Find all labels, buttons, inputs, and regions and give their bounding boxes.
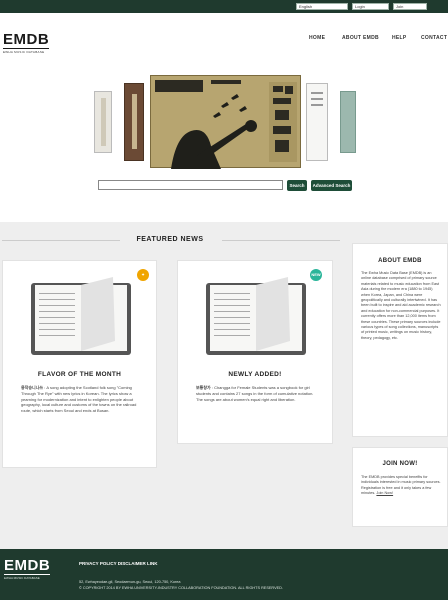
new-badge: NEW — [310, 269, 322, 281]
language-select[interactable]: English — [296, 3, 348, 10]
card-body-text: : Changga for Female Students was a song… — [196, 385, 314, 402]
logo-text: EMDB — [3, 31, 50, 48]
advanced-search-button[interactable]: Advanced Search — [311, 180, 352, 191]
nav-about[interactable]: ABOUT EMDB — [342, 35, 379, 41]
footer-links[interactable]: PRIVACY POLICY DISCLAIMER LINK — [79, 561, 158, 566]
join-body-text: The EMDB provides special benefits for i… — [361, 475, 441, 496]
about-emdb-panel: ABOUT EMDB The Ewha Music Data Base (EMD… — [352, 243, 448, 437]
site-header: EMDB EWHA MUSIC DATABASE HOME ABOUT EMDB… — [0, 13, 448, 75]
footer-copyright: © COPYRIGHT 2014 BY EWHA UNIVERSITY-INDU… — [79, 585, 283, 590]
cover-illustration — [155, 80, 297, 169]
carousel-item[interactable] — [306, 83, 328, 161]
carousel-item[interactable] — [94, 91, 112, 153]
about-title: ABOUT EMDB — [378, 258, 422, 264]
carousel-item[interactable] — [124, 83, 144, 161]
open-book-icon — [31, 277, 131, 355]
nav-home[interactable]: HOME — [309, 35, 325, 41]
login-field[interactable]: Login — [352, 3, 389, 10]
site-logo[interactable]: EMDB EWHA MUSIC DATABASE — [3, 32, 49, 54]
nav-help[interactable]: HELP — [392, 35, 407, 41]
join-field[interactable]: Join — [393, 3, 427, 10]
join-title: JOIN NOW! — [382, 461, 418, 467]
join-now-panel: JOIN NOW! The EMDB provides special bene… — [352, 447, 448, 527]
search-input[interactable] — [98, 180, 283, 190]
search-button[interactable]: Search — [287, 180, 307, 191]
card-body: 보통창가 : Changga for Female Students was a… — [196, 385, 316, 402]
site-footer: EMDB EWHA MUSIC DATABASE PRIVACY POLICY … — [0, 549, 448, 600]
footer-address-block: 52, Ewhayeodae-gil, Seodaemun-gu, Seoul,… — [79, 580, 283, 591]
card-body-lead: 용작승니나쓰 — [21, 385, 44, 390]
featured-news-title: FEATURED NEWS — [136, 236, 204, 243]
carousel-item[interactable] — [340, 91, 356, 153]
footer-logo-text: EMDB — [4, 557, 51, 574]
logo-subtitle: EWHA MUSIC DATABASE — [3, 50, 45, 54]
card-body-lead: 보통창가 — [196, 385, 211, 390]
open-book-icon — [206, 277, 306, 355]
card-body: 용작승니나쓰 : A song adopting the Scotland fo… — [21, 385, 141, 414]
about-body: The Ewha Music Data Base (EMDB) is an on… — [361, 271, 441, 340]
join-now-link[interactable]: Join Now! — [376, 491, 393, 495]
flavor-badge-icon: ✦ — [137, 269, 149, 281]
footer-logo[interactable]: EMDB EWHA MUSIC DATABASE — [4, 558, 50, 580]
carousel-main-cover[interactable] — [150, 75, 301, 169]
card-title: FLAVOR OF THE MONTH — [37, 371, 122, 378]
join-body: The EMDB provides special benefits for i… — [361, 475, 441, 497]
hero-carousel — [0, 75, 448, 222]
card-title: NEWLY ADDED! — [228, 371, 282, 378]
top-utility-bar: English Login Join — [0, 0, 448, 13]
footer-logo-subtitle: EWHA MUSIC DATABASE — [4, 576, 40, 580]
news-card-new[interactable]: NEW NEWLY ADDED! 보통창가 : Changga for Fema… — [177, 260, 333, 444]
news-card-flavor[interactable]: ✦ FLAVOR OF THE MONTH 용작승니나쓰 : A song ad… — [2, 260, 157, 468]
nav-contact[interactable]: CONTACT — [421, 35, 447, 41]
